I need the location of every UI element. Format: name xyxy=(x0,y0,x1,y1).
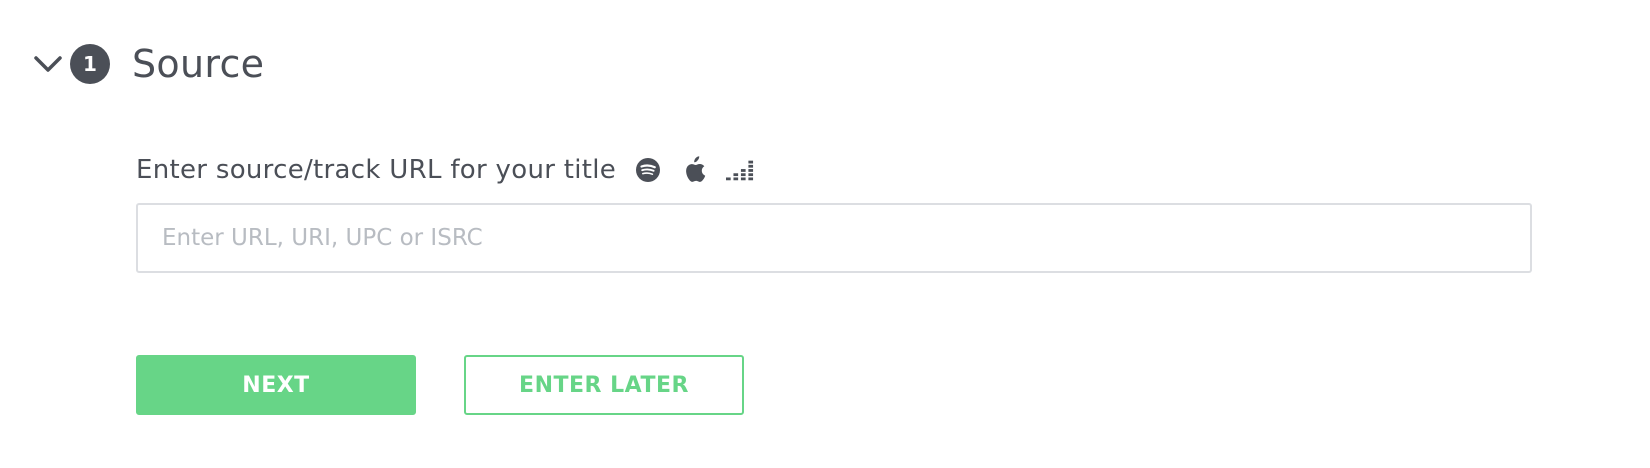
spotify-icon xyxy=(634,156,662,184)
source-field-label-row: Enter source/track URL for your title xyxy=(136,150,754,190)
next-button[interactable]: NEXT xyxy=(136,355,416,415)
step-number-badge: 1 xyxy=(70,44,110,84)
enter-later-button[interactable]: ENTER LATER xyxy=(464,355,744,415)
chevron-down-icon[interactable] xyxy=(32,48,64,80)
deezer-icon xyxy=(726,156,754,184)
source-url-input[interactable] xyxy=(136,203,1532,273)
section-title: Source xyxy=(132,42,265,86)
section-header: 1 Source xyxy=(32,40,264,88)
apple-music-icon xyxy=(680,156,708,184)
release-source-step: 1 Source Enter source/track URL for your… xyxy=(0,0,1650,468)
source-field-label: Enter source/track URL for your title xyxy=(136,155,617,185)
